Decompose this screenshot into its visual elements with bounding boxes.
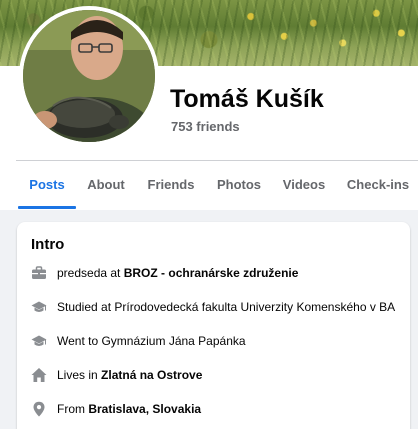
intro-studied-text: Studied at Prírodovedecká fakulta Univer… [57, 300, 396, 314]
profile-header: Tomáš Kušík 753 friends Posts About Frie… [0, 0, 418, 210]
graduation-cap-icon [31, 299, 47, 315]
intro-from-prefix: From [57, 402, 89, 416]
intro-item-text: Lives in Zlatná na Ostrove [57, 368, 202, 382]
intro-item-from: From Bratislava, Slovakia [31, 399, 406, 419]
tab-posts[interactable]: Posts [18, 161, 76, 207]
profile-tabs: Posts About Friends Photos Videos Check-… [0, 161, 418, 209]
tab-friends[interactable]: Friends [143, 161, 199, 207]
intro-item-studied: Studied at Prírodovedecká fakulta Univer… [31, 297, 406, 317]
intro-work-prefix: predseda at [57, 266, 124, 280]
intro-item-text: Studied at Prírodovedecká fakulta Univer… [57, 300, 395, 314]
location-pin-icon [31, 401, 47, 417]
intro-item-text: predseda at BROZ - ochranárske združenie [57, 266, 298, 280]
intro-card: Intro predseda at BROZ - ochranárske zdr… [17, 222, 410, 429]
tab-photos[interactable]: Photos [212, 161, 266, 207]
intro-title: Intro [31, 236, 65, 253]
briefcase-icon [31, 265, 47, 281]
profile-name: Tomáš Kušík [170, 85, 324, 113]
intro-item-school: Went to Gymnázium Jána Papánka [31, 331, 406, 351]
intro-lives-link[interactable]: Zlatná na Ostrove [101, 368, 202, 382]
home-icon [31, 367, 47, 383]
intro-item-work: predseda at BROZ - ochranárske združenie [31, 263, 406, 283]
tab-videos[interactable]: Videos [278, 161, 330, 207]
intro-item-text: From Bratislava, Slovakia [57, 402, 201, 416]
intro-item-lives: Lives in Zlatná na Ostrove [31, 365, 406, 385]
tab-check-ins[interactable]: Check-ins [343, 161, 413, 207]
profile-avatar[interactable] [19, 6, 159, 146]
friends-count[interactable]: 753 friends [171, 119, 240, 134]
intro-school-text: Went to Gymnázium Jána Papánka [57, 334, 246, 348]
intro-lives-prefix: Lives in [57, 368, 102, 382]
intro-work-link[interactable]: BROZ - ochranárske združenie [124, 266, 299, 280]
avatar-photo [23, 10, 155, 142]
tab-about[interactable]: About [82, 161, 130, 207]
active-tab-indicator [18, 206, 76, 209]
intro-item-text: Went to Gymnázium Jána Papánka [57, 334, 246, 348]
graduation-cap-icon [31, 333, 47, 349]
intro-from-link[interactable]: Bratislava, Slovakia [88, 402, 201, 416]
